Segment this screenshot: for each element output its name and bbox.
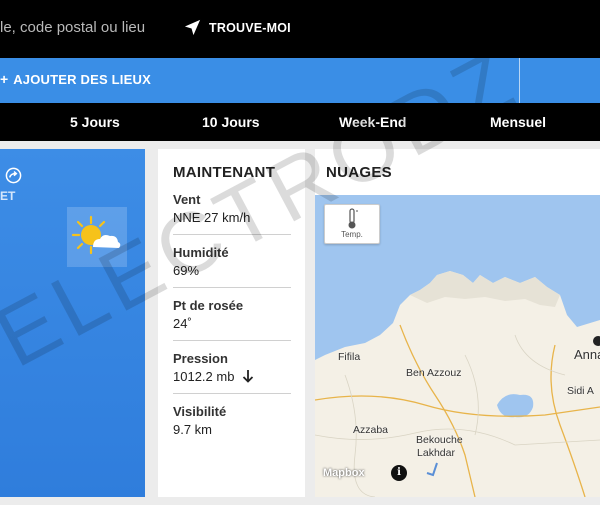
tab-monthly[interactable]: Mensuel [490, 114, 546, 130]
metric-humidity: Humidité 69% [173, 245, 291, 278]
thermometer-icon [348, 208, 358, 229]
map-place-label: Bekouche Lakhdar [416, 434, 463, 459]
metric-value: 69% [173, 263, 200, 278]
top-header: le, code postal ou lieu TROUVE-MOI [0, 0, 600, 58]
metric-wind: Vent NNE 27 km/h [173, 192, 291, 225]
metric-value: 1012.2 mb [173, 369, 235, 384]
search-input[interactable]: le, code postal ou lieu [0, 19, 145, 36]
add-places-label: AJOUTER DES LIEUX [13, 71, 151, 87]
forecast-tabs: 5 Jours 10 Jours Week-End Mensuel [0, 103, 600, 141]
divider [173, 393, 291, 394]
metric-value: 9.7 km [173, 422, 213, 437]
current-details-title: MAINTENANT [173, 164, 276, 181]
divider [173, 287, 291, 288]
places-bar: + AJOUTER DES LIEUX [0, 58, 600, 103]
metric-label: Vent [173, 192, 201, 207]
metric-visibility: Visibilité 9.7 km [173, 404, 291, 437]
current-card-label: ET [0, 189, 16, 203]
metric-label: Pt de rosée [173, 298, 244, 313]
locate-me-label: TROUVE-MOI [209, 20, 291, 35]
temperature-layer-button[interactable]: Temp. [324, 204, 380, 244]
divider [173, 340, 291, 341]
map-place-label: Annaba [574, 347, 600, 362]
divider [173, 234, 291, 235]
metric-label: Visibilité [173, 404, 227, 419]
arrow-down-icon [242, 370, 254, 383]
map-place-label: Sidi A [567, 385, 594, 397]
map-place-label: Fifila [338, 351, 361, 363]
metric-label: Pression [173, 351, 228, 366]
tab-5-days[interactable]: 5 Jours [70, 114, 120, 130]
arrow-circle-icon[interactable] [5, 167, 22, 184]
locate-me-button[interactable]: TROUVE-MOI [183, 18, 291, 37]
places-bar-divider [519, 58, 520, 103]
metric-dew-point: Pt de rosée 24˚ [173, 298, 291, 331]
navigation-arrow-icon [184, 19, 201, 36]
map-place-label: Azzaba [353, 424, 389, 436]
current-conditions-card [0, 149, 145, 497]
mapbox-logo[interactable]: Mapbox [323, 467, 365, 479]
metric-label: Humidité [173, 245, 229, 260]
metric-pressure: Pression 1012.2 mb [173, 351, 291, 384]
tab-weekend[interactable]: Week-End [339, 114, 406, 130]
metric-value: NNE 27 km/h [173, 210, 251, 225]
map-title: NUAGES [326, 164, 392, 181]
add-places-button[interactable]: + AJOUTER DES LIEUX [0, 71, 151, 87]
clouds-map[interactable]: Temp. Fifila Ben Azzouz Annaba Sidi A Az… [315, 195, 600, 497]
info-icon[interactable]: i [391, 465, 407, 481]
partly-sunny-icon [67, 207, 127, 267]
tab-10-days[interactable]: 10 Jours [202, 114, 260, 130]
metric-value: 24˚ [173, 316, 192, 331]
metric-value-row: 1012.2 mb [173, 369, 291, 384]
current-details-panel: MAINTENANT Vent NNE 27 km/h Humidité 69%… [158, 149, 305, 497]
plus-icon: + [0, 71, 9, 87]
clouds-map-panel: NUAGES Temp. Fifila Ben Azzouz Ann Sidi … [315, 149, 600, 497]
temperature-layer-label: Temp. [341, 230, 363, 239]
map-place-label: Ben Azzouz [406, 367, 462, 379]
